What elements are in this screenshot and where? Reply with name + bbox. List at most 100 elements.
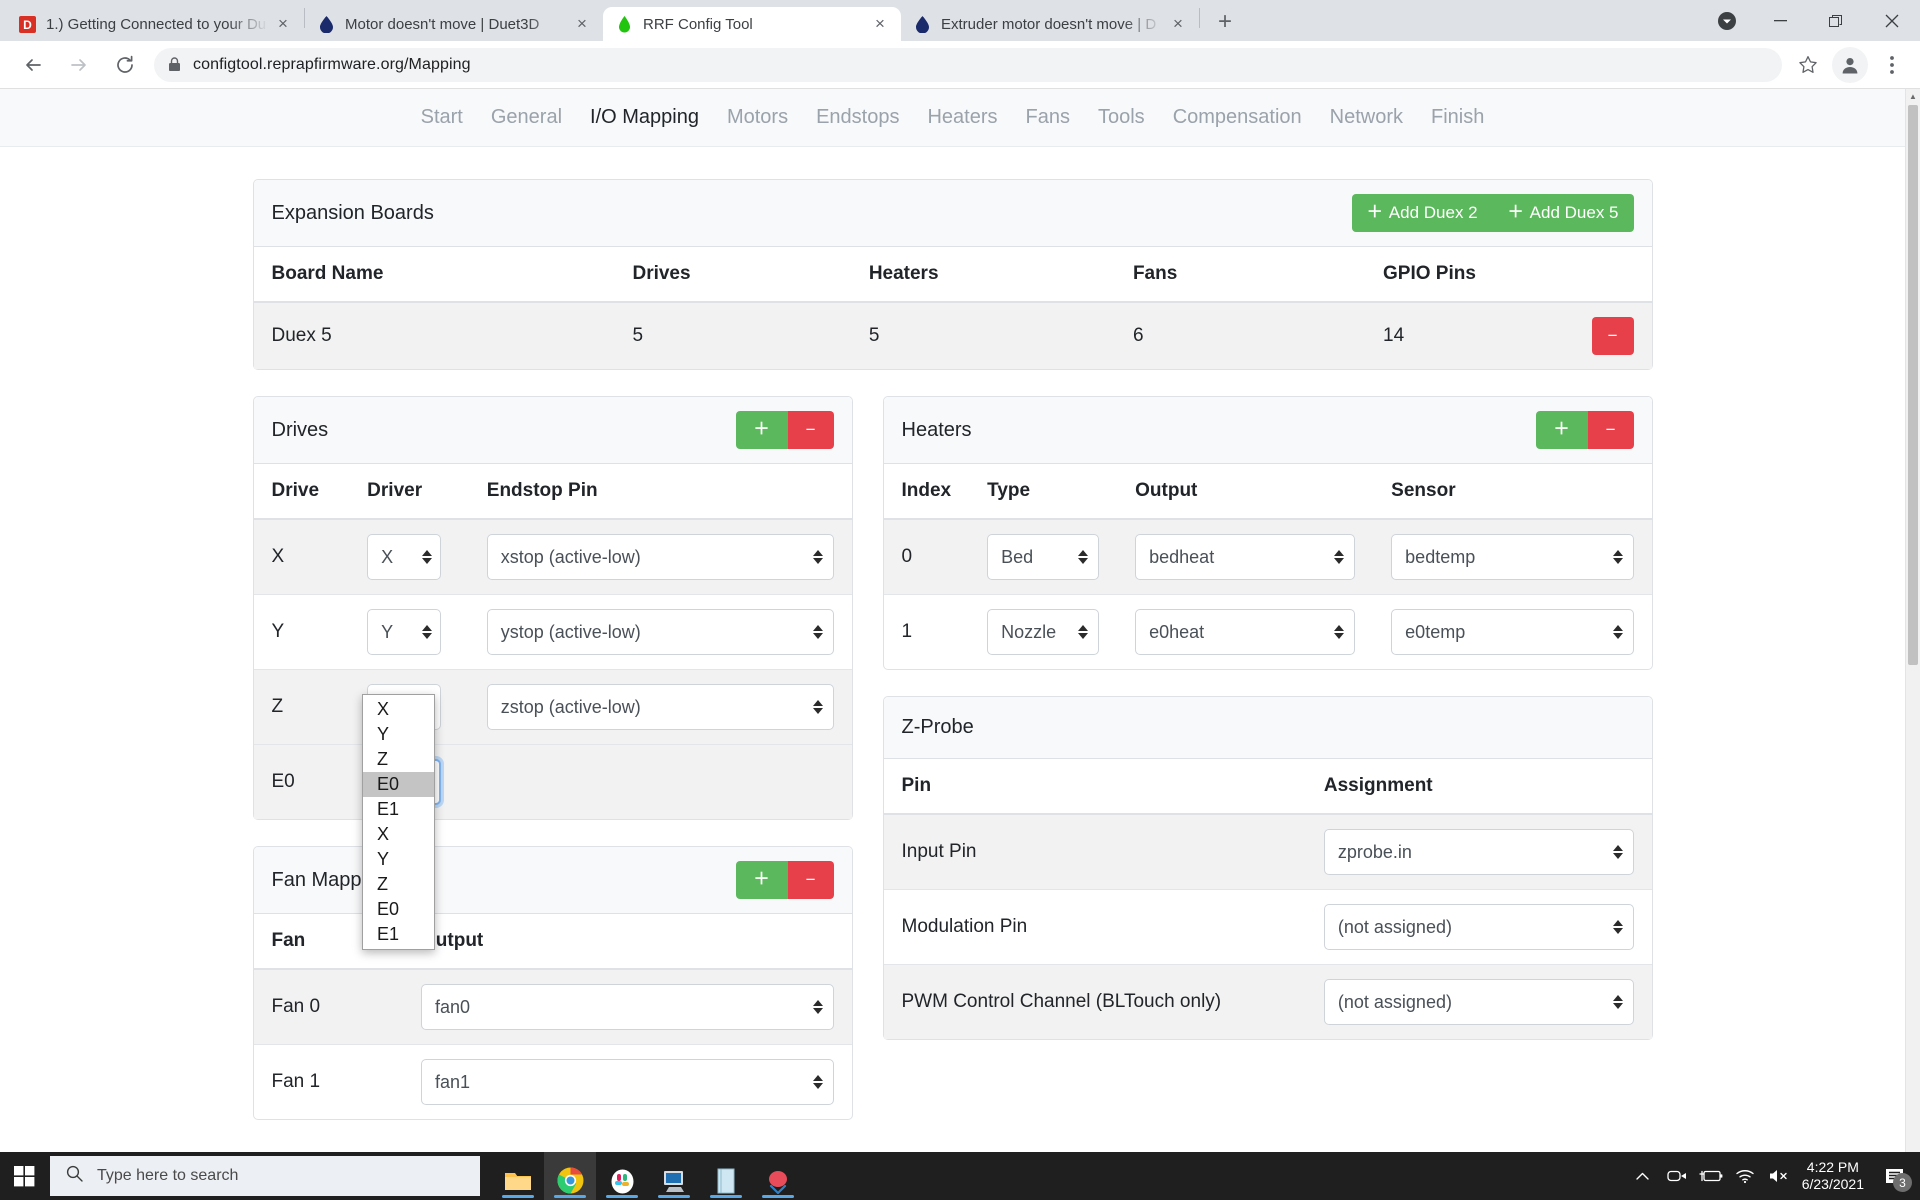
heater-sensor-select[interactable]: e0temp: [1391, 609, 1634, 655]
close-icon[interactable]: ×: [272, 13, 294, 35]
nav-item-finish[interactable]: Finish: [1431, 106, 1484, 129]
back-icon[interactable]: [15, 47, 51, 83]
add-duex2-button[interactable]: ＋ Add Duex 2: [1351, 194, 1493, 232]
address-bar[interactable]: configtool.reprapfirmware.org/Mapping: [154, 47, 1782, 82]
dropdown-option[interactable]: Y: [363, 847, 434, 872]
app-open-indicator: [502, 1195, 534, 1198]
webcam-icon[interactable]: [1660, 1152, 1694, 1200]
nav-item-fans[interactable]: Fans: [1026, 106, 1070, 129]
close-window-button[interactable]: [1864, 0, 1920, 41]
plus-icon: ＋: [1553, 421, 1570, 438]
nav-item-compensation[interactable]: Compensation: [1173, 106, 1302, 129]
tab-title: RRF Config Tool: [643, 15, 753, 33]
maximize-button[interactable]: [1808, 0, 1864, 41]
nav-item-general[interactable]: General: [491, 106, 562, 129]
browser-window: D 1.) Getting Connected to your Du × Mot…: [0, 0, 1920, 1152]
zprobe-modulation-pin-select[interactable]: (not assigned): [1323, 904, 1634, 950]
add-duex5-button[interactable]: ＋ Add Duex 5: [1492, 194, 1634, 232]
heater-sensor-select[interactable]: bedtemp: [1391, 534, 1634, 580]
reload-icon[interactable]: [107, 47, 143, 83]
avatar[interactable]: [1832, 46, 1868, 83]
chrome-menu-icon[interactable]: [1874, 47, 1910, 83]
system-tray: 4:22 PM 6/23/2021 3: [1626, 1152, 1920, 1200]
close-icon[interactable]: ×: [1167, 13, 1189, 35]
driver-select[interactable]: Y: [367, 609, 442, 655]
dropdown-option[interactable]: Z: [363, 747, 434, 772]
browser-tab[interactable]: Motor doesn't move | Duet3D ×: [305, 7, 603, 41]
nav-item-start[interactable]: Start: [421, 106, 463, 129]
remove-fan-button[interactable]: −: [787, 861, 834, 899]
battery-icon[interactable]: [1694, 1152, 1728, 1200]
nav-item-network[interactable]: Network: [1330, 106, 1403, 129]
browser-tab-active[interactable]: RRF Config Tool ×: [603, 7, 901, 41]
taskbar-search-input[interactable]: Type here to search: [50, 1156, 480, 1196]
zprobe-input-pin-select[interactable]: zprobe.in: [1323, 829, 1634, 875]
nav-item-motors[interactable]: Motors: [727, 106, 788, 129]
browser-tab[interactable]: Extruder motor doesn't move | D ×: [901, 7, 1199, 41]
remove-drive-button[interactable]: −: [787, 411, 834, 449]
chevron-updown-icon: [1612, 550, 1623, 564]
cell-type: Bed: [969, 518, 1118, 595]
new-tab-button[interactable]: +: [1208, 5, 1242, 39]
add-heater-button[interactable]: ＋: [1535, 411, 1588, 449]
heater-output-select[interactable]: e0heat: [1135, 609, 1356, 655]
download-icon[interactable]: [1712, 6, 1742, 36]
bookmark-star-icon[interactable]: [1790, 47, 1826, 83]
remote-desktop-icon[interactable]: [648, 1152, 700, 1200]
scrollbar-thumb[interactable]: [1908, 105, 1918, 665]
table-header-row: Drive Driver Endstop Pin: [253, 464, 852, 520]
chrome-icon[interactable]: [544, 1152, 596, 1200]
browser-tab[interactable]: D 1.) Getting Connected to your Du ×: [6, 7, 304, 41]
page-scrollbar[interactable]: ▲: [1905, 89, 1920, 1152]
file-explorer-icon[interactable]: [492, 1152, 544, 1200]
dropdown-option[interactable]: E0: [363, 897, 434, 922]
notepad-icon[interactable]: [700, 1152, 752, 1200]
close-icon[interactable]: ×: [869, 13, 891, 35]
wifi-icon[interactable]: [1728, 1152, 1762, 1200]
notification-center-button[interactable]: 3: [1874, 1152, 1914, 1200]
nav-item-io-mapping[interactable]: I/O Mapping: [590, 106, 699, 129]
heater-type-select[interactable]: Bed: [987, 534, 1100, 580]
volume-muted-icon[interactable]: [1762, 1152, 1796, 1200]
endstop-select[interactable]: zstop (active-low): [486, 684, 834, 730]
fan-output-select[interactable]: fan1: [421, 1059, 834, 1105]
browser-toolbar: configtool.reprapfirmware.org/Mapping: [0, 41, 1920, 89]
green-drop-icon: [615, 15, 633, 33]
dropdown-option[interactable]: X: [363, 697, 434, 722]
dropdown-option[interactable]: E1: [363, 922, 434, 947]
remove-heater-button[interactable]: −: [1587, 411, 1634, 449]
endstop-select[interactable]: ystop (active-low): [486, 609, 834, 655]
heater-output-select[interactable]: bedheat: [1135, 534, 1356, 580]
snipping-tool-icon[interactable]: [752, 1152, 804, 1200]
fan-output-select[interactable]: fan0: [421, 984, 834, 1030]
start-button[interactable]: [0, 1152, 48, 1200]
nav-item-endstops[interactable]: Endstops: [816, 106, 899, 129]
driver-dropdown-list[interactable]: X Y Z E0 E1 X Y Z E0 E1: [362, 694, 435, 950]
slack-icon[interactable]: [596, 1152, 648, 1200]
nav-item-heaters[interactable]: Heaters: [927, 106, 997, 129]
expansion-boards-title: Expansion Boards: [271, 201, 434, 224]
clock[interactable]: 4:22 PM 6/23/2021: [1796, 1159, 1874, 1193]
heater-type-select[interactable]: Nozzle: [987, 609, 1100, 655]
zprobe-card: Z-Probe Pin Assignment Input Pin zprobe.…: [882, 696, 1653, 1040]
forward-icon[interactable]: [61, 47, 97, 83]
nav-item-tools[interactable]: Tools: [1098, 106, 1145, 129]
dropdown-option[interactable]: Y: [363, 722, 434, 747]
dropdown-option-selected[interactable]: E0: [363, 772, 434, 797]
close-icon[interactable]: ×: [571, 13, 593, 35]
dropdown-option[interactable]: X: [363, 822, 434, 847]
add-drive-button[interactable]: ＋: [735, 411, 788, 449]
driver-select[interactable]: X: [367, 534, 442, 580]
minimize-button[interactable]: [1752, 0, 1808, 41]
dropdown-option[interactable]: Z: [363, 872, 434, 897]
show-hidden-icons-chevron-icon[interactable]: [1626, 1152, 1660, 1200]
cell-output: fan0: [403, 968, 852, 1045]
add-fan-button[interactable]: ＋: [735, 861, 788, 899]
dropdown-option[interactable]: E1: [363, 797, 434, 822]
endstop-select[interactable]: xstop (active-low): [486, 534, 834, 580]
remove-board-button[interactable]: −: [1591, 317, 1634, 355]
scroll-up-arrow-icon[interactable]: ▲: [1906, 89, 1920, 104]
drives-table: Drive Driver Endstop Pin X X xstop (acti…: [253, 464, 852, 819]
zprobe-pwm-channel-select[interactable]: (not assigned): [1323, 979, 1634, 1025]
show-desktop-button[interactable]: [1914, 1152, 1920, 1200]
